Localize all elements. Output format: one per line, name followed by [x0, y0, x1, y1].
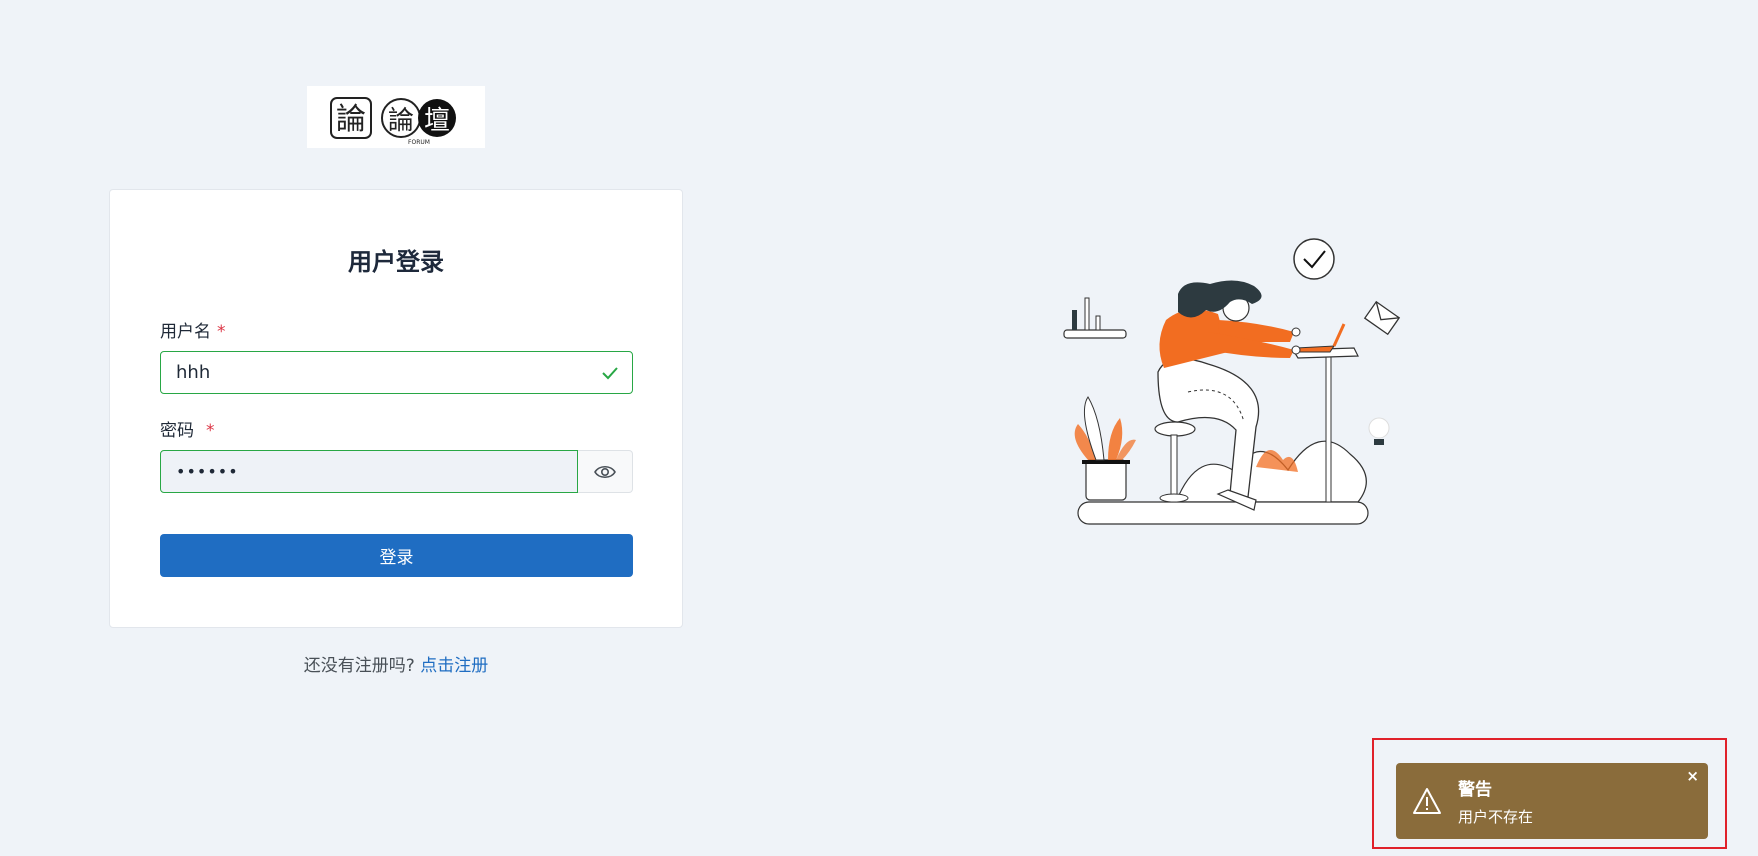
svg-text:FORUM: FORUM [408, 139, 430, 146]
username-input[interactable]: hhh [160, 351, 633, 394]
eye-icon [594, 465, 616, 478]
warning-icon [1413, 788, 1441, 814]
site-logo: 論 論 壇 FORUM [307, 86, 485, 148]
svg-text:論: 論 [388, 106, 414, 136]
toast-message: 用户不存在 [1458, 808, 1534, 826]
login-card: 用户登录 用户名 * hhh 密码 * •••••• 登录 [109, 189, 683, 628]
forum-logo-icon: 論 論 壇 FORUM [330, 97, 456, 146]
svg-text:論: 論 [336, 102, 366, 137]
check-icon [602, 367, 618, 380]
required-mark: * [217, 322, 226, 342]
close-icon[interactable]: × [1686, 767, 1699, 785]
login-title: 用户登录 [348, 248, 444, 276]
register-prompt: 还没有注册吗? 点击注册 [303, 656, 489, 676]
password-label: 密码 * [160, 421, 215, 441]
svg-text:壇: 壇 [424, 106, 450, 136]
register-link[interactable]: 点击注册 [420, 656, 488, 676]
required-mark: * [206, 421, 215, 441]
toggle-password-button[interactable] [578, 450, 633, 493]
toast-title: 警告 [1458, 780, 1492, 800]
warning-toast: 警告 用户不存在 × [1396, 763, 1708, 839]
password-input[interactable]: •••••• [160, 450, 578, 493]
login-button[interactable]: 登录 [160, 534, 633, 577]
username-label: 用户名 * [160, 322, 226, 342]
illustration-image [1063, 238, 1401, 525]
